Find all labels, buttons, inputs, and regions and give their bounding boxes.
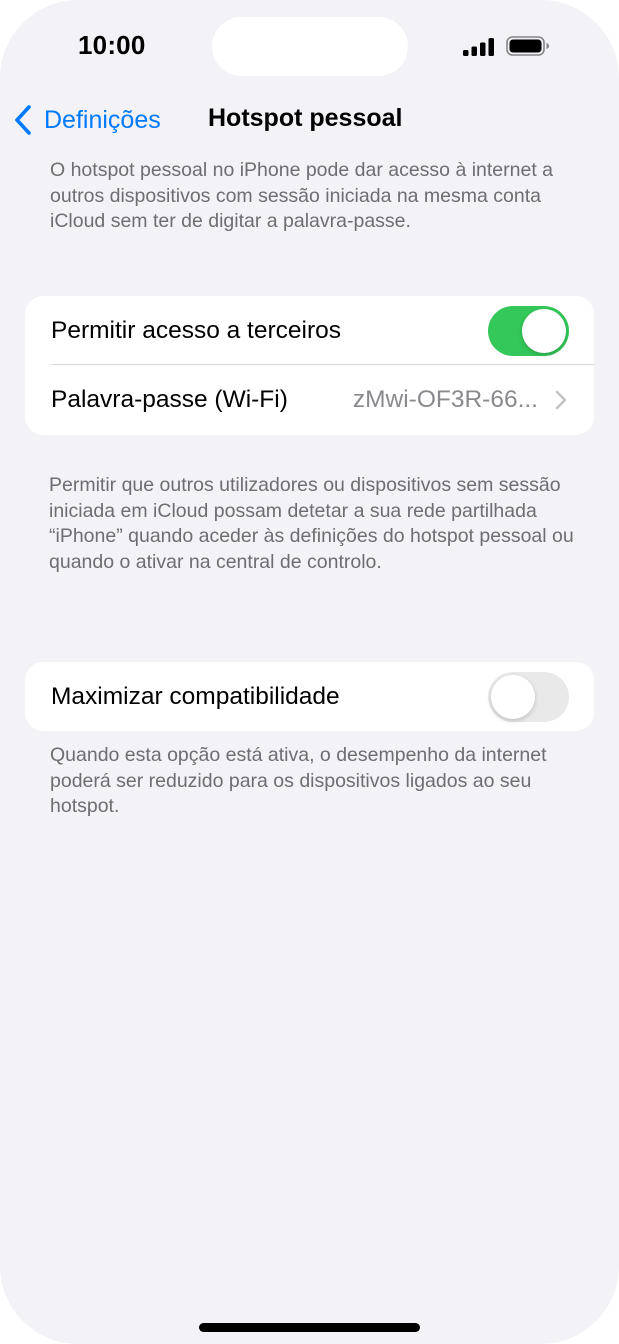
allow-others-toggle[interactable] — [488, 306, 569, 356]
back-button[interactable]: Definições — [12, 102, 161, 138]
home-indicator[interactable] — [199, 1323, 420, 1332]
chevron-left-icon — [15, 105, 31, 135]
maximize-compatibility-footer: Quando esta opção está ativa, o desempen… — [50, 744, 547, 817]
maximize-compatibility-label: Maximizar compatibilidade — [51, 682, 340, 710]
toggle-knob — [491, 675, 535, 719]
phone-screen: 10:00 Definições Hotspot pessoal O hotsp… — [0, 0, 619, 1344]
wifi-password-label: Palavra-passe (Wi-Fi) — [51, 385, 288, 413]
page-title: Hotspot pessoal — [208, 104, 403, 132]
intro-description: O hotspot pessoal no iPhone pode dar ace… — [50, 159, 554, 232]
maximize-compatibility-toggle[interactable] — [488, 672, 569, 722]
wifi-password-value: zMwi-OF3R-66... — [352, 385, 538, 413]
maximize-compatibility-row: Maximizar compatibilidade — [25, 662, 594, 731]
chevron-right-icon — [555, 390, 567, 409]
hotspot-settings-group: Permitir acesso a terceiros Palavra-pass… — [25, 296, 594, 435]
signal-icon — [463, 38, 494, 56]
allow-others-row: Permitir acesso a terceiros — [25, 296, 594, 365]
battery-icon — [506, 36, 550, 56]
status-time: 10:00 — [78, 30, 146, 60]
toggle-knob — [522, 309, 566, 353]
allow-others-footer: Permitir que outros utilizadores ou disp… — [49, 474, 574, 573]
dynamic-island — [212, 17, 408, 76]
back-button-label: Definições — [44, 105, 161, 134]
wifi-password-row[interactable]: Palavra-passe (Wi-Fi) zMwi-OF3R-66... — [25, 365, 594, 434]
allow-others-label: Permitir acesso a terceiros — [51, 316, 342, 344]
compatibility-group: Maximizar compatibilidade — [25, 662, 594, 731]
